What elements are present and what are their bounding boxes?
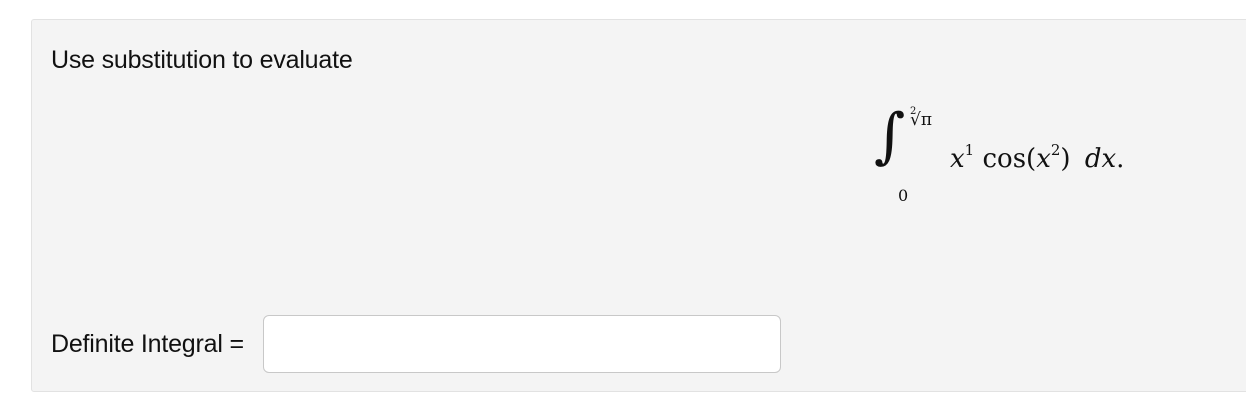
function-name: cos (982, 144, 1027, 174)
question-prompt: Use substitution to evaluate (51, 46, 353, 74)
integral-sign: ∫ (874, 101, 906, 171)
terminator: . (1116, 144, 1125, 174)
open-paren: ( (1026, 144, 1037, 174)
integrand-exponent: 1 (964, 141, 975, 159)
upper-limit: 2 √π (902, 106, 932, 130)
answer-label: Definite Integral = (51, 329, 244, 358)
root-index: 2 (910, 106, 917, 117)
inner-variable: x (1036, 144, 1051, 174)
answer-row: Definite Integral = (51, 315, 781, 373)
integral-expression: ∫ 2 √π 0 x1 cos(x2) dx. (868, 106, 1158, 216)
integrand: x1 cos(x2) dx. (950, 141, 1125, 175)
answer-input[interactable] (262, 315, 781, 373)
close-paren: ) (1060, 144, 1071, 174)
differential: dx (1084, 144, 1117, 174)
question-panel: Use substitution to evaluate ∫ 2 √π 0 x1… (31, 19, 1246, 392)
lower-limit: 0 (898, 186, 909, 205)
integrand-variable: x (950, 144, 965, 174)
inner-exponent: 2 (1050, 141, 1061, 159)
